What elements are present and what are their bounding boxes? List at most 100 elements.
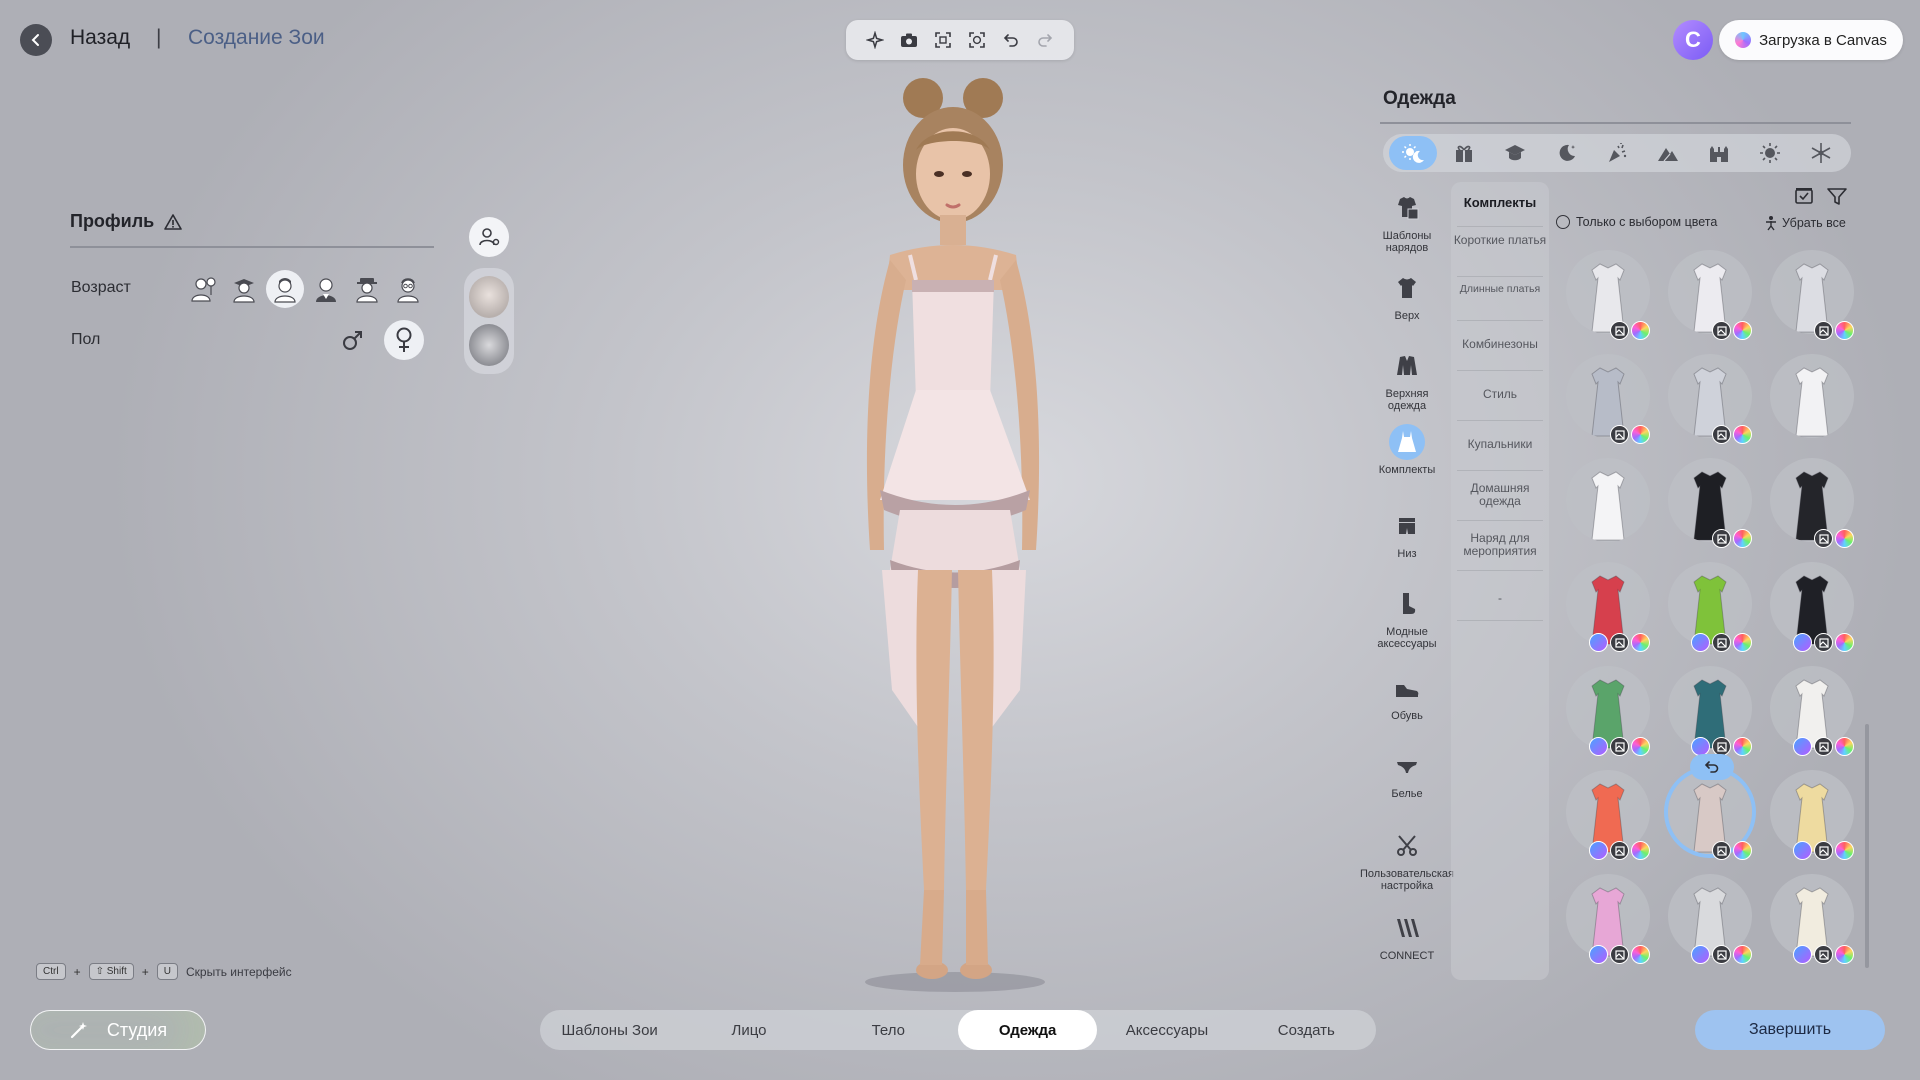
elder-icon[interactable]: [389, 270, 427, 308]
bookmark-badge-icon[interactable]: [1589, 945, 1608, 964]
bookmark-badge-icon[interactable]: [1793, 945, 1812, 964]
canvas-logo[interactable]: C: [1673, 20, 1713, 60]
bookmark-badge-icon[interactable]: [1589, 841, 1608, 860]
day-night-icon[interactable]: [1389, 136, 1437, 170]
back-label[interactable]: Назад: [70, 26, 130, 50]
bookmark-badge-icon[interactable]: [1793, 841, 1812, 860]
snowflake-icon[interactable]: [1797, 136, 1845, 170]
middle-aged-icon[interactable]: [348, 270, 386, 308]
category-sets[interactable]: Комплекты: [1374, 424, 1440, 477]
bookmark-badge-icon[interactable]: [1793, 633, 1812, 652]
color-palette-badge-icon[interactable]: [1631, 945, 1650, 964]
texture-badge-icon[interactable]: [1814, 737, 1833, 756]
tab-face[interactable]: Лицо: [679, 1010, 818, 1050]
tab-body[interactable]: Тело: [819, 1010, 958, 1050]
moon-icon[interactable]: [1542, 136, 1590, 170]
color-palette-badge-icon[interactable]: [1733, 737, 1752, 756]
adult-icon[interactable]: [307, 270, 345, 308]
camera-icon[interactable]: [896, 27, 922, 53]
bookmark-badge-icon[interactable]: [1589, 633, 1608, 652]
outfit-item-red-stripe-dress[interactable]: [1566, 562, 1650, 652]
color-palette-badge-icon[interactable]: [1733, 633, 1752, 652]
bookmark-badge-icon[interactable]: [1691, 633, 1710, 652]
outfit-item-teal-wrap-dress[interactable]: [1668, 666, 1752, 756]
color-palette-badge-icon[interactable]: [1733, 945, 1752, 964]
back-button[interactable]: [20, 24, 52, 56]
subcategory-more[interactable]: -: [1451, 592, 1549, 605]
face-frame-icon[interactable]: [964, 27, 990, 53]
color-only-toggle[interactable]: Только с выбором цвета: [1556, 215, 1717, 229]
applied-dress-thumbnail[interactable]: [469, 276, 509, 318]
texture-badge-icon[interactable]: [1610, 945, 1629, 964]
party-popper-icon[interactable]: [1593, 136, 1641, 170]
category-bottoms[interactable]: Низ: [1374, 508, 1440, 561]
category-customization[interactable]: Пользовательская настройка: [1360, 828, 1454, 892]
subcategory-short-dresses[interactable]: Короткие платья: [1451, 234, 1549, 247]
outfit-item-black-tuxedo[interactable]: [1770, 458, 1854, 548]
finish-button[interactable]: Завершить: [1695, 1010, 1885, 1050]
undo-icon[interactable]: [998, 27, 1024, 53]
outfit-item-green-flare-dress[interactable]: [1566, 666, 1650, 756]
color-palette-badge-icon[interactable]: [1835, 633, 1854, 652]
texture-badge-icon[interactable]: [1610, 425, 1629, 444]
outfit-item-pajama-plaid-shorts[interactable]: [1668, 354, 1752, 444]
checklist-icon[interactable]: [1794, 186, 1814, 206]
outfit-item-pajama-shorts-set[interactable]: [1770, 250, 1854, 340]
texture-badge-icon[interactable]: [1712, 321, 1731, 340]
subcategory-jumpsuits[interactable]: Комбинезоны: [1451, 338, 1549, 351]
texture-badge-icon[interactable]: [1814, 841, 1833, 860]
color-palette-badge-icon[interactable]: [1835, 321, 1854, 340]
warning-icon[interactable]: [164, 213, 183, 231]
outfit-item-coral-slip-dress[interactable]: [1566, 770, 1650, 860]
student-icon[interactable]: [225, 270, 263, 308]
color-palette-badge-icon[interactable]: [1631, 841, 1650, 860]
redo-icon[interactable]: [1032, 27, 1058, 53]
texture-badge-icon[interactable]: [1610, 321, 1629, 340]
texture-badge-icon[interactable]: [1712, 425, 1731, 444]
avatar-settings-button[interactable]: [469, 217, 509, 257]
texture-badge-icon[interactable]: [1814, 321, 1833, 340]
color-palette-badge-icon[interactable]: [1733, 841, 1752, 860]
outfit-item-cream-slip-dress[interactable]: [1770, 770, 1854, 860]
female-icon[interactable]: [384, 320, 424, 360]
texture-badge-icon[interactable]: [1814, 633, 1833, 652]
color-palette-badge-icon[interactable]: [1733, 529, 1752, 548]
category-fashion-accessories[interactable]: Модные аксессуары: [1374, 586, 1440, 650]
color-palette-badge-icon[interactable]: [1733, 321, 1752, 340]
outfit-item-white-mermaid-dress[interactable]: [1770, 666, 1854, 756]
sun-icon[interactable]: [1746, 136, 1794, 170]
tab-zoi-templates[interactable]: Шаблоны Зои: [540, 1010, 679, 1050]
mountain-icon[interactable]: [1644, 136, 1692, 170]
revert-item-button[interactable]: [1690, 754, 1734, 780]
castle-icon[interactable]: [1695, 136, 1743, 170]
color-palette-badge-icon[interactable]: [1631, 737, 1650, 756]
color-palette-badge-icon[interactable]: [1835, 737, 1854, 756]
outfit-item-wedding-gown[interactable]: [1770, 354, 1854, 438]
gift-icon[interactable]: [1440, 136, 1488, 170]
outfit-item-green-print-set[interactable]: [1668, 562, 1752, 652]
color-palette-badge-icon[interactable]: [1631, 633, 1650, 652]
outfit-item-white-mini-dress[interactable]: [1566, 458, 1650, 542]
tab-clothing[interactable]: Одежда: [957, 1010, 1098, 1050]
focus-frame-icon[interactable]: [930, 27, 956, 53]
texture-badge-icon[interactable]: [1712, 945, 1731, 964]
child-icon[interactable]: [184, 270, 222, 308]
color-palette-badge-icon[interactable]: [1631, 321, 1650, 340]
category-tops[interactable]: Верх: [1374, 270, 1440, 323]
subcategory-homewear[interactable]: Домашняя одежда: [1451, 482, 1549, 507]
sparkle-icon[interactable]: [862, 27, 888, 53]
upload-to-canvas-button[interactable]: Загрузка в Canvas: [1719, 20, 1903, 60]
graduation-cap-icon[interactable]: [1491, 136, 1539, 170]
color-palette-badge-icon[interactable]: [1733, 425, 1752, 444]
color-palette-badge-icon[interactable]: [1835, 841, 1854, 860]
bookmark-badge-icon[interactable]: [1589, 737, 1608, 756]
subcategory-long-dresses[interactable]: Длинные платья: [1451, 283, 1549, 295]
filter-icon[interactable]: [1826, 186, 1848, 206]
texture-badge-icon[interactable]: [1610, 737, 1629, 756]
tab-accessories[interactable]: Аксессуары: [1097, 1010, 1236, 1050]
subcategory-swimwear[interactable]: Купальники: [1451, 438, 1549, 451]
color-palette-badge-icon[interactable]: [1835, 529, 1854, 548]
category-connect[interactable]: CONNECT: [1374, 910, 1440, 963]
outfit-item-pajama-set-white[interactable]: [1566, 250, 1650, 340]
color-palette-badge-icon[interactable]: [1631, 425, 1650, 444]
